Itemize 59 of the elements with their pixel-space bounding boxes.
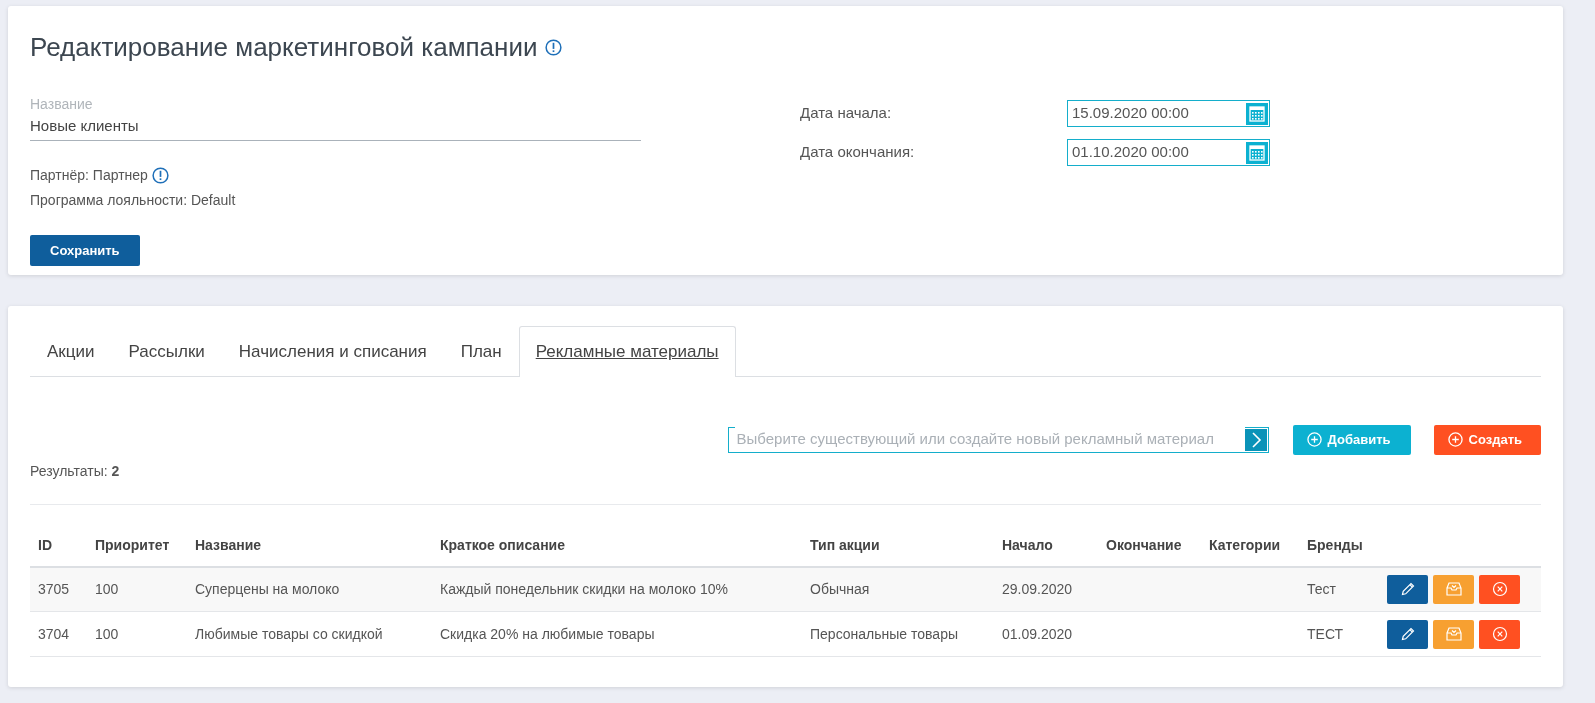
table-cell: Скидка 20% на любимые товары: [440, 625, 655, 642]
column-header: Категории: [1201, 524, 1299, 567]
name-input[interactable]: Новые клиенты: [30, 115, 641, 141]
tab[interactable]: Рассылки: [111, 326, 222, 377]
partner-text: Партнёр: Партнер: [30, 165, 148, 185]
table-cell: 3705: [38, 580, 70, 597]
delete-button[interactable]: [1479, 574, 1520, 604]
table-cell: 29.09.2020: [1002, 580, 1073, 597]
info-icon[interactable]: [151, 166, 169, 184]
column-header: Название: [187, 524, 432, 567]
column-header: Бренды: [1299, 524, 1379, 567]
table-cell: Обычная: [810, 580, 870, 597]
table-cell: 01.09.2020: [1002, 625, 1073, 642]
archive-button[interactable]: [1433, 574, 1474, 604]
tab[interactable]: Рекламные материалы: [518, 326, 736, 377]
edit-button[interactable]: [1387, 574, 1428, 604]
material-select-field[interactable]: Выберите существующий или создайте новый рекламный материал: [727, 426, 1269, 453]
archive-button[interactable]: [1433, 619, 1474, 649]
chevron-right-icon[interactable]: [1244, 428, 1267, 451]
loyalty-program-text: Программа лояльности: Default: [30, 190, 237, 210]
table-cell: 100: [95, 580, 119, 597]
date-field[interactable]: 15.09.2020 00:00: [1067, 100, 1270, 127]
inbox-icon: [1444, 626, 1463, 642]
field-label: Название: [30, 95, 94, 114]
tab[interactable]: Акции: [30, 326, 112, 377]
save-button[interactable]: Сохранить: [30, 234, 140, 266]
table-cell: Тест: [1307, 580, 1336, 597]
inbox-icon: [1444, 581, 1463, 598]
info-icon[interactable]: [545, 39, 563, 56]
column-header: Приоритет: [87, 524, 187, 567]
table-cell: Персональные товары: [810, 625, 958, 642]
tab[interactable]: Начисления и списания: [221, 326, 444, 377]
date-label: Дата окончания:: [800, 142, 916, 163]
page-title: Редактирование маркетинговой кампании: [30, 31, 538, 64]
date-label: Дата начала:: [800, 103, 893, 124]
table-cell: 100: [95, 625, 119, 642]
results-count: Результаты: 2: [30, 460, 1541, 505]
edit-button[interactable]: [1387, 619, 1428, 649]
calendar-icon[interactable]: [1246, 102, 1268, 125]
close-icon: [1491, 626, 1508, 642]
column-header: Краткое описание: [432, 524, 802, 567]
close-icon: [1491, 581, 1508, 598]
delete-button[interactable]: [1479, 619, 1520, 649]
column-header: Тип акции: [802, 524, 994, 567]
table-cell: 3704: [38, 625, 70, 642]
table-cell: Каждый понедельник скидки на молоко 10%: [440, 580, 728, 597]
column-header: Окончание: [1098, 524, 1201, 567]
pencil-icon: [1399, 626, 1416, 642]
plus-circle-icon: [1447, 432, 1463, 447]
plus-circle-icon: [1306, 432, 1322, 447]
column-header: Начало: [994, 524, 1098, 567]
tab[interactable]: План: [443, 326, 519, 377]
table-cell: ТЕСТ: [1307, 625, 1344, 642]
pencil-icon: [1399, 581, 1416, 598]
column-header: ID: [30, 524, 87, 567]
table-cell: Суперцены на молоко: [195, 580, 340, 597]
date-field[interactable]: 01.10.2020 00:00: [1067, 139, 1270, 166]
table-cell: Любимые товары со скидкой: [195, 625, 383, 642]
calendar-icon[interactable]: [1246, 141, 1268, 164]
